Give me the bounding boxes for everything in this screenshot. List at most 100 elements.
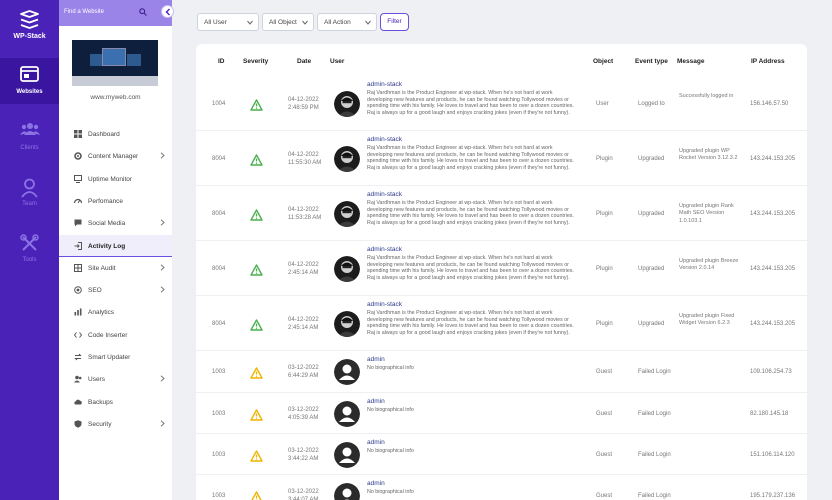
warning-triangle-icon — [250, 449, 263, 462]
table-row[interactable]: 1003 03-12-2022 3:44:07 AM admin No biograph… — [196, 475, 807, 500]
chevron-left-icon — [165, 8, 170, 16]
column-header[interactable]: Event type — [635, 58, 668, 65]
sidebar-item-backups[interactable]: Backups — [59, 391, 172, 413]
severity-indicator — [250, 153, 263, 171]
user-name[interactable]: admin-stack — [367, 191, 402, 198]
row-id: 1003 — [212, 369, 226, 375]
avatar[interactable] — [334, 255, 360, 282]
user-bio: No biographical info — [367, 448, 414, 454]
avatar[interactable] — [334, 90, 360, 117]
row-id: 1003 — [212, 410, 226, 417]
column-header[interactable]: Date — [297, 58, 311, 65]
severity-indicator — [250, 318, 263, 336]
column-header[interactable]: Severity — [243, 58, 268, 65]
object-filter-value: All Object — [269, 19, 297, 26]
avatar[interactable] — [334, 145, 360, 172]
user-name[interactable]: admin-stack — [367, 136, 402, 143]
app-rail: WP-Stack Websites Clients Team Tools — [0, 0, 59, 500]
user-name[interactable]: admin — [367, 480, 385, 487]
table-row[interactable]: 1004 04-12-2022 2:48:59 PM admin-stack Raj V… — [196, 76, 807, 131]
sidebar-item-activity-log[interactable]: Activity Log — [59, 234, 172, 257]
column-header[interactable]: Message — [677, 58, 704, 65]
rail-item-tools[interactable]: Tools — [0, 226, 59, 272]
avatar[interactable] — [334, 482, 360, 500]
site-url[interactable]: www.myweb.com — [59, 94, 172, 101]
search-icon[interactable] — [139, 8, 147, 16]
sidebar-item-content-manager[interactable]: Content Manager — [59, 145, 172, 167]
sidebar-item-dashboard[interactable]: Dashboard — [59, 123, 172, 145]
column-header[interactable]: User — [330, 58, 344, 65]
avatar[interactable] — [334, 441, 360, 468]
user-name[interactable]: admin-stack — [367, 301, 402, 308]
severity-indicator — [250, 490, 263, 500]
user-name[interactable]: admin-stack — [367, 81, 402, 88]
find-website-placeholder[interactable]: Find a Website — [64, 9, 104, 15]
row-event-type: Upgraded — [638, 210, 665, 217]
find-website-bar[interactable]: Find a Website — [59, 0, 172, 26]
table-row[interactable]: 8004 04-12-2022 2:45:14 AM admin-stack Raj V… — [196, 296, 807, 351]
user-photo — [334, 310, 360, 337]
user-name[interactable]: admin-stack — [367, 246, 402, 253]
success-triangle-icon — [250, 318, 263, 331]
user-name[interactable]: admin — [367, 356, 385, 363]
row-id: 1003 — [212, 451, 226, 458]
row-time: 4:05:39 AM — [288, 414, 319, 421]
app-logo[interactable]: WP-Stack — [0, 0, 59, 48]
sidebar-item-label: Perfomance — [88, 197, 124, 205]
row-object: Guest — [596, 369, 613, 375]
sidebar-item-security[interactable]: Security — [59, 413, 172, 435]
rail-item-clients[interactable]: Clients — [0, 114, 59, 160]
severity-indicator — [250, 98, 263, 116]
row-time: 2:45:14 AM — [288, 324, 319, 331]
avatar[interactable] — [334, 200, 360, 227]
row-event-type: Logged to — [638, 100, 665, 107]
user-name[interactable]: admin — [367, 398, 385, 405]
users-icon — [74, 375, 82, 383]
rail-item-team[interactable]: Team — [0, 170, 59, 216]
user-bio: Raj Vardhman is the Product Engineer at … — [367, 200, 574, 226]
table-row[interactable]: 1003 03-12-2022 4:05:39 AM admin No biograph… — [196, 393, 807, 434]
sidebar-item-uptime-monitor[interactable]: Uptime Monitor — [59, 168, 172, 190]
table-row[interactable]: 8004 04-12-2022 11:55:30 AM admin-stack Raj … — [196, 131, 807, 186]
row-message: Upgraded plugin Fixed Widget Version 6.2… — [679, 312, 735, 327]
collapse-sidebar-button[interactable] — [161, 5, 174, 18]
avatar[interactable] — [334, 359, 360, 385]
object-filter-select[interactable]: All Object — [262, 13, 314, 31]
sidebar-item-perfomance[interactable]: Perfomance — [59, 190, 172, 212]
table-row[interactable]: 8004 04-12-2022 11:53:28 AM admin-stack Raj … — [196, 186, 807, 241]
row-time: 6:44:29 AM — [288, 373, 319, 379]
avatar[interactable] — [334, 310, 360, 337]
thumbnail-footer — [72, 76, 158, 86]
table-row[interactable]: 1003 03-12-2022 3:44:22 AM admin No biograph… — [196, 434, 807, 475]
sidebar-item-smart-updater[interactable]: Smart Updater — [59, 346, 172, 368]
row-object: Plugin — [596, 155, 613, 162]
user-bio: Raj Vardhman is the Product Engineer at … — [367, 90, 574, 116]
table-row[interactable]: 8004 04-12-2022 2:45:14 AM admin-stack Raj V… — [196, 241, 807, 296]
column-header[interactable]: ID — [218, 58, 225, 65]
action-filter-select[interactable]: All Action — [317, 13, 377, 31]
rail-item-websites[interactable]: Websites — [0, 58, 59, 104]
row-object: Plugin — [596, 265, 613, 272]
website-thumbnail[interactable] — [72, 40, 158, 86]
row-time: 2:48:59 PM — [288, 104, 319, 111]
chevron-right-icon — [160, 375, 165, 382]
user-filter-select[interactable]: All User — [197, 13, 259, 31]
filter-button[interactable]: Filter — [380, 13, 409, 31]
row-date: 03-12-2022 — [288, 365, 319, 371]
rail-label: Clients — [20, 145, 39, 151]
row-date: 03-12-2022 — [288, 406, 319, 413]
row-ip-address: 143.244.153.205 — [750, 155, 796, 162]
sidebar-item-code-inserter[interactable]: Code Inserter — [59, 324, 172, 346]
avatar[interactable] — [334, 400, 360, 427]
sidebar-item-seo[interactable]: SEO — [59, 279, 172, 301]
sidebar-item-social-media[interactable]: Social Media — [59, 212, 172, 234]
sidebar-item-analytics[interactable]: Analytics — [59, 301, 172, 323]
sidebar-item-site-audit[interactable]: Site Audit — [59, 257, 172, 279]
user-bio: Raj Vardhman is the Product Engineer at … — [367, 310, 574, 336]
table-row[interactable]: 1003 03-12-2022 6:44:29 AM admin No biograph… — [196, 351, 807, 393]
column-header[interactable]: IP Address — [751, 58, 785, 65]
user-name[interactable]: admin — [367, 439, 385, 446]
chevron-right-icon — [160, 420, 165, 427]
column-header[interactable]: Object — [593, 58, 613, 65]
sidebar-item-users[interactable]: Users — [59, 368, 172, 390]
